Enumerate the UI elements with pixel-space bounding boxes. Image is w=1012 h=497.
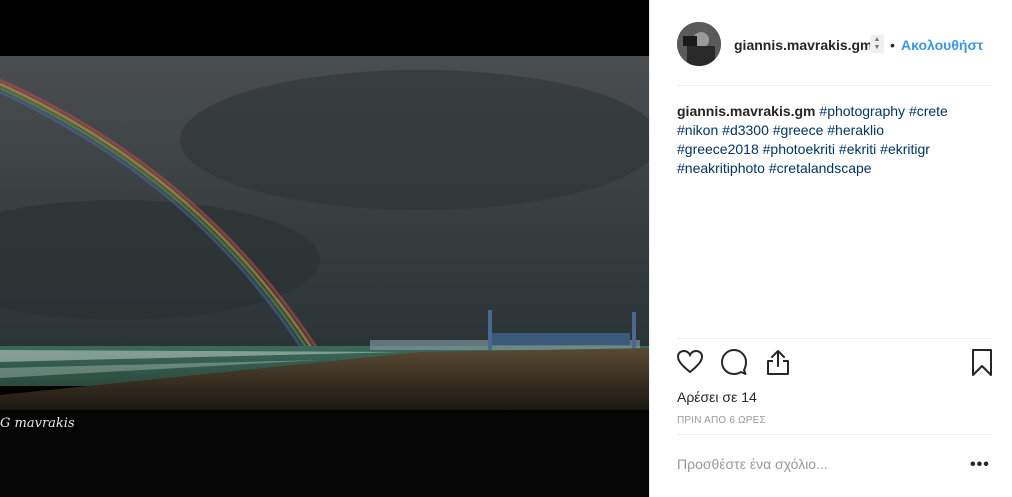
- hashtag[interactable]: #ekriti: [839, 141, 876, 157]
- hashtag[interactable]: #heraklio: [827, 122, 884, 138]
- bookmark-icon: [972, 349, 992, 376]
- hashtag[interactable]: #ekritigr: [880, 141, 930, 157]
- hashtag[interactable]: #photography: [819, 103, 905, 119]
- hashtag[interactable]: #greece2018: [677, 141, 759, 157]
- save-button[interactable]: [968, 348, 998, 378]
- comment-input[interactable]: [677, 452, 937, 476]
- separator-dot: •: [890, 37, 895, 53]
- heart-icon: [676, 349, 704, 374]
- hashtag[interactable]: #nikon: [677, 122, 718, 138]
- post-photo[interactable]: G mavrakis: [0, 0, 649, 497]
- share-button[interactable]: [764, 348, 794, 378]
- post-timestamp: ΠΡΙΝ ΑΠΟ 6 ΩΡΕΣ: [677, 415, 766, 426]
- photo-watermark: G mavrakis: [0, 416, 75, 431]
- divider: [677, 85, 993, 86]
- likes-count[interactable]: Αρέσει σε 14: [677, 389, 757, 405]
- like-button[interactable]: [676, 348, 706, 378]
- post-header: giannis.mavrakis.gm ▲ ▼ • Ακολουθήστ: [650, 0, 1012, 86]
- hashtag[interactable]: #neakritiphoto: [677, 160, 765, 176]
- caption: giannis.mavrakis.gm #photography #crete …: [677, 102, 977, 178]
- divider: [677, 434, 993, 435]
- hashtag[interactable]: #photoekriti: [763, 141, 835, 157]
- header-username[interactable]: giannis.mavrakis.gm: [734, 37, 873, 53]
- post-panel: giannis.mavrakis.gm ▲ ▼ • Ακολουθήστ gian…: [649, 0, 1012, 497]
- avatar[interactable]: [677, 22, 721, 66]
- comment-icon: [721, 349, 747, 375]
- hashtag[interactable]: #d3300: [722, 122, 769, 138]
- caption-username[interactable]: giannis.mavrakis.gm: [677, 103, 816, 119]
- hashtag[interactable]: #crete: [909, 103, 948, 119]
- scroll-arrows-icon[interactable]: ▲ ▼: [870, 35, 884, 53]
- divider: [677, 338, 993, 339]
- comment-button[interactable]: [720, 348, 750, 378]
- hashtag[interactable]: #greece: [773, 122, 824, 138]
- photo-image: [0, 0, 649, 497]
- more-options-button[interactable]: •••: [970, 456, 990, 474]
- follow-button[interactable]: Ακολουθήστ: [901, 37, 983, 53]
- hashtag[interactable]: #cretalandscape: [769, 160, 872, 176]
- share-icon: [767, 350, 789, 375]
